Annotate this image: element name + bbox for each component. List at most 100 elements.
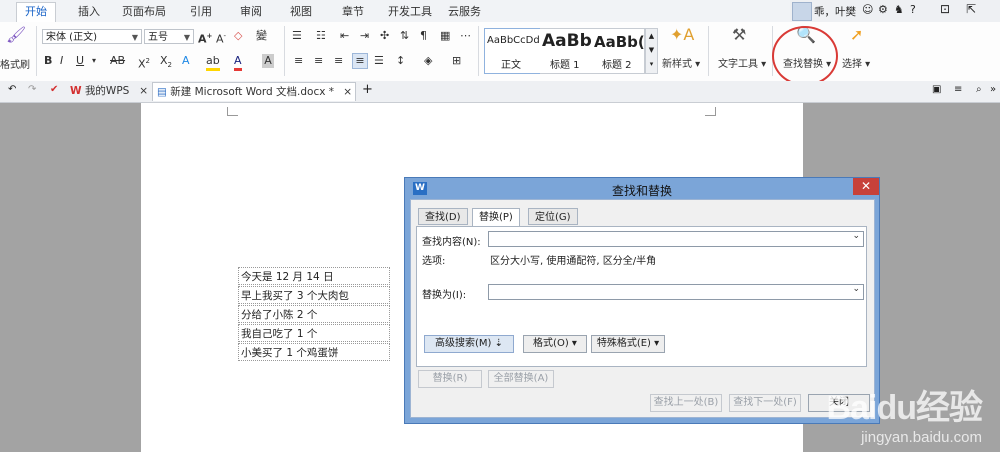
new-style-icon[interactable]: ✦A — [670, 27, 694, 43]
table-row[interactable]: 分给了小陈 2 个 — [238, 305, 390, 323]
close-icon[interactable]: ✕ — [853, 178, 879, 195]
bold-icon[interactable]: B — [44, 54, 52, 68]
avatar[interactable] — [792, 2, 812, 21]
style-heading-2[interactable]: AaBb( 标题 2 — [594, 28, 645, 74]
table-row[interactable]: 今天是 12 月 14 日 — [238, 267, 390, 285]
increase-indent-icon[interactable]: ⇥ — [360, 29, 369, 43]
decrease-indent-icon[interactable]: ⇤ — [340, 29, 349, 43]
line-spacing-icon[interactable]: ↕ — [396, 54, 405, 68]
menu-insert[interactable]: 插入 — [78, 3, 100, 21]
menu-home[interactable]: 开始 — [16, 2, 56, 23]
special-format-button[interactable]: 特殊格式(E) ▾ — [591, 335, 665, 353]
select-label[interactable]: 选择 ▾ — [842, 55, 870, 70]
italic-icon[interactable]: I — [60, 54, 63, 68]
doc-tools-icon[interactable]: ▣ — [932, 84, 941, 95]
highlight-icon[interactable]: ab — [206, 54, 220, 71]
document-tab-bar: ↶ ↷ ✔ W 我的WPS × ▤ 新建 Microsoft Word 文档.d… — [0, 81, 1000, 103]
text-effect-icon[interactable]: A — [182, 54, 190, 68]
divider — [708, 26, 709, 76]
font-color-icon[interactable]: A — [234, 54, 242, 71]
phonetic-icon[interactable]: 變 — [256, 29, 267, 43]
tab-goto[interactable]: 定位(G) — [528, 208, 578, 225]
format-button[interactable]: 格式(O) ▾ — [523, 335, 587, 353]
more-icon[interactable]: ⋯ — [460, 29, 471, 43]
bullet-list-icon[interactable]: ☰ — [292, 29, 302, 43]
font-name-value: 宋体 (正文) — [46, 32, 97, 43]
replace-all-button[interactable]: 全部替换(A) — [488, 370, 554, 388]
font-size-select[interactable]: 五号 ▼ — [144, 29, 194, 44]
share-icon[interactable]: ⇱ — [966, 2, 976, 16]
superscript-icon[interactable]: X2 — [138, 54, 150, 72]
clear-format-icon[interactable]: ◇ — [234, 29, 242, 43]
table-icon[interactable]: ▦ — [440, 29, 450, 43]
watermark: Baidu经验 jingyan.baidu.com — [827, 380, 983, 446]
wps-check-icon[interactable]: ✔ — [50, 84, 58, 95]
table-row[interactable]: 我自己吃了 1 个 — [238, 324, 390, 342]
grow-font-icon[interactable]: A+ — [198, 29, 212, 47]
brush-icon[interactable]: 🖌 — [6, 27, 26, 43]
replace-input[interactable]: ⌄ — [488, 284, 864, 300]
menu-cloud[interactable]: 云服务 — [448, 3, 481, 21]
tab-document[interactable]: ▤ 新建 Microsoft Word 文档.docx * × — [152, 82, 356, 101]
justify-icon[interactable]: ≡ — [352, 53, 368, 69]
style-heading-1[interactable]: AaBb 标题 1 — [540, 28, 595, 74]
more-tabs-icon[interactable]: » — [990, 84, 996, 95]
tab-my-wps[interactable]: W 我的WPS × — [70, 82, 150, 101]
font-name-select[interactable]: 宋体 (正文) ▼ — [42, 29, 142, 44]
sort-icon[interactable]: ⇅ — [400, 29, 409, 43]
find-next-button[interactable]: 查找下一处(F) — [729, 394, 801, 412]
menu-references[interactable]: 引用 — [190, 3, 212, 21]
redo-icon[interactable]: ↷ — [28, 84, 36, 95]
list-icon[interactable]: ≡ — [954, 84, 962, 95]
borders-icon[interactable]: ⊞ — [452, 54, 461, 68]
chinese-layout-icon[interactable]: ✣ — [380, 29, 389, 43]
user-name[interactable]: 乖，叶樊 — [814, 4, 856, 19]
help-icon[interactable]: ? — [910, 3, 916, 16]
subscript-icon[interactable]: X2 — [160, 54, 172, 72]
menu-view[interactable]: 视图 — [290, 3, 312, 21]
close-icon[interactable]: × — [139, 82, 148, 101]
char-shading-icon[interactable]: A — [262, 54, 274, 68]
text-tools-icon[interactable]: ⚒ — [732, 27, 746, 43]
show-marks-icon[interactable]: ¶ — [420, 29, 427, 43]
chevron-down-icon[interactable]: ⌄ — [852, 231, 860, 241]
shrink-font-icon[interactable]: A- — [216, 29, 226, 47]
select-cursor-icon[interactable]: ➚ — [850, 27, 863, 43]
replace-button[interactable]: 替换(R) — [418, 370, 482, 388]
find-previous-button[interactable]: 查找上一处(B) — [650, 394, 722, 412]
align-center-icon[interactable]: ≡ — [314, 54, 323, 68]
find-input[interactable]: ⌄ — [488, 231, 864, 247]
align-right-icon[interactable]: ≡ — [334, 54, 343, 68]
search-icon[interactable]: ⌕ — [976, 84, 982, 95]
align-left-icon[interactable]: ≡ — [294, 54, 303, 68]
restore-ribbon-icon[interactable]: ⊡ — [940, 2, 950, 16]
new-style-label[interactable]: 新样式 ▾ — [662, 55, 700, 70]
menu-chapter[interactable]: 章节 — [342, 3, 364, 21]
style-normal[interactable]: AaBbCcDd 正文 — [484, 28, 542, 74]
strikethrough-icon[interactable]: AB — [110, 54, 125, 68]
menu-developer[interactable]: 开发工具 — [388, 3, 432, 21]
numbered-list-icon[interactable]: ☷ — [316, 29, 326, 43]
tab-find[interactable]: 查找(D) — [418, 208, 468, 225]
text-tools-label[interactable]: 文字工具 ▾ — [718, 55, 766, 70]
table-row[interactable]: 早上我买了 3 个大肉包 — [238, 286, 390, 304]
menu-review[interactable]: 审阅 — [240, 3, 262, 21]
underline-icon[interactable]: U — [76, 54, 84, 68]
close-icon[interactable]: × — [343, 83, 352, 102]
shading-icon[interactable]: ◈ — [424, 54, 432, 68]
skin-icon[interactable]: ♞ — [894, 3, 904, 16]
undo-icon[interactable]: ↶ — [8, 84, 16, 95]
chevron-down-icon[interactable]: ⌄ — [852, 284, 860, 294]
tab-replace[interactable]: 替换(P) — [472, 208, 520, 227]
style-gallery-scroll[interactable]: ▲ ▼ ▾ — [645, 28, 658, 74]
format-painter-label[interactable]: 格式刷 — [0, 56, 30, 71]
advanced-search-button[interactable]: 高级搜索(M) ⇣ — [424, 335, 514, 353]
distribute-icon[interactable]: ☰ — [374, 54, 384, 68]
dropdown-arrow-icon[interactable]: ▾ — [92, 54, 96, 68]
table-row[interactable]: 小美买了 1 个鸡蛋饼 — [238, 343, 390, 361]
font-size-value: 五号 — [148, 32, 168, 43]
smiley-icon[interactable]: ☺ — [862, 3, 873, 16]
gear-icon[interactable]: ⚙ — [878, 3, 888, 16]
new-tab-icon[interactable]: + — [362, 82, 373, 97]
menu-page-layout[interactable]: 页面布局 — [122, 3, 166, 21]
